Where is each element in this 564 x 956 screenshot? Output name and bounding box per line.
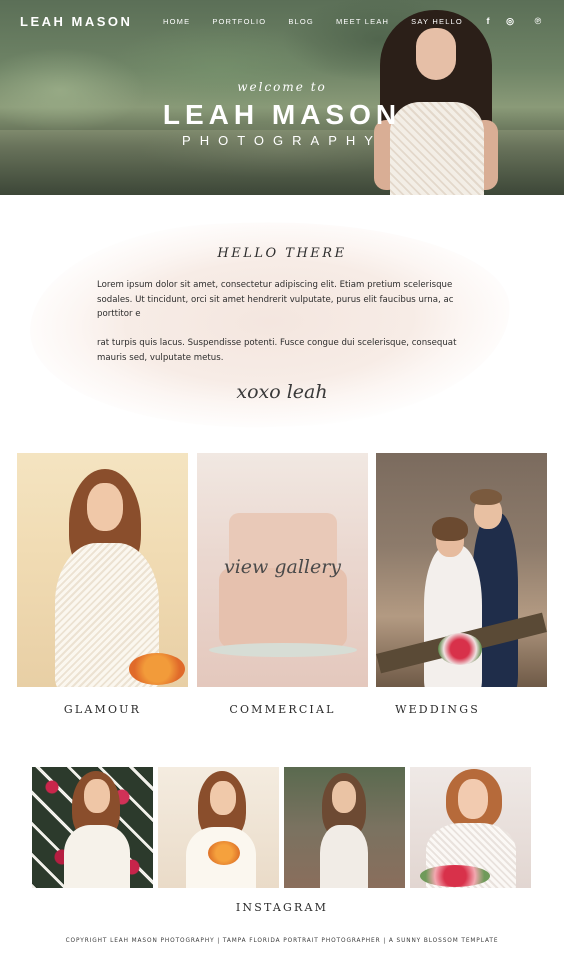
view-gallery-link[interactable]: view gallery [197, 556, 368, 578]
instagram-photo[interactable] [158, 767, 279, 888]
footer-copyright: COPYRIGHT LEAH MASON PHOTOGRAPHY | TAMPA… [65, 938, 499, 944]
page: LEAH MASON HOME PORTFOLIO BLOG MEET LEAH… [0, 0, 564, 956]
hero-banner: LEAH MASON HOME PORTFOLIO BLOG MEET LEAH… [0, 0, 564, 195]
gallery-weddings-photo[interactable] [376, 453, 547, 687]
instagram-photo[interactable] [32, 767, 153, 888]
intro-heading: HELLO THERE [217, 246, 347, 261]
gallery-label-weddings[interactable]: WEDDINGS [352, 703, 523, 716]
hero-welcome: welcome to [237, 80, 327, 94]
instagram-photo[interactable] [410, 767, 531, 888]
instagram-heading[interactable]: INSTAGRAM [0, 901, 564, 914]
hero-title: LEAH MASON [162, 99, 402, 130]
nav-portfolio[interactable]: PORTFOLIO [212, 17, 266, 26]
main-nav: HOME PORTFOLIO BLOG MEET LEAH SAY HELLO [163, 17, 485, 26]
gallery-label-commercial[interactable]: COMMERCIAL [197, 703, 368, 716]
nav-say-hello[interactable]: SAY HELLO [411, 17, 463, 26]
intro-paragraph-2: rat turpis quis lacus. Suspendisse poten… [97, 338, 457, 363]
pinterest-icon[interactable]: ℗ [532, 15, 544, 27]
gallery-commercial-photo[interactable]: view gallery [197, 453, 368, 687]
instagram-photo[interactable] [284, 767, 405, 888]
nav-home[interactable]: HOME [163, 17, 190, 26]
signature: xoxo leah [236, 381, 328, 403]
facebook-icon[interactable]: f [482, 15, 494, 27]
instagram-icon[interactable]: ◎ [504, 15, 516, 27]
nav-meet-leah[interactable]: MEET LEAH [336, 17, 389, 26]
hero-subtitle: PHOTOGRAPHY [182, 133, 382, 148]
intro-paragraph-1: Lorem ipsum dolor sit amet, consectetur … [97, 280, 454, 319]
gallery-glamour-photo[interactable] [17, 453, 188, 687]
site-logo[interactable]: LEAH MASON [20, 14, 132, 29]
gallery-label-glamour[interactable]: GLAMOUR [17, 703, 188, 716]
nav-blog[interactable]: BLOG [288, 17, 314, 26]
